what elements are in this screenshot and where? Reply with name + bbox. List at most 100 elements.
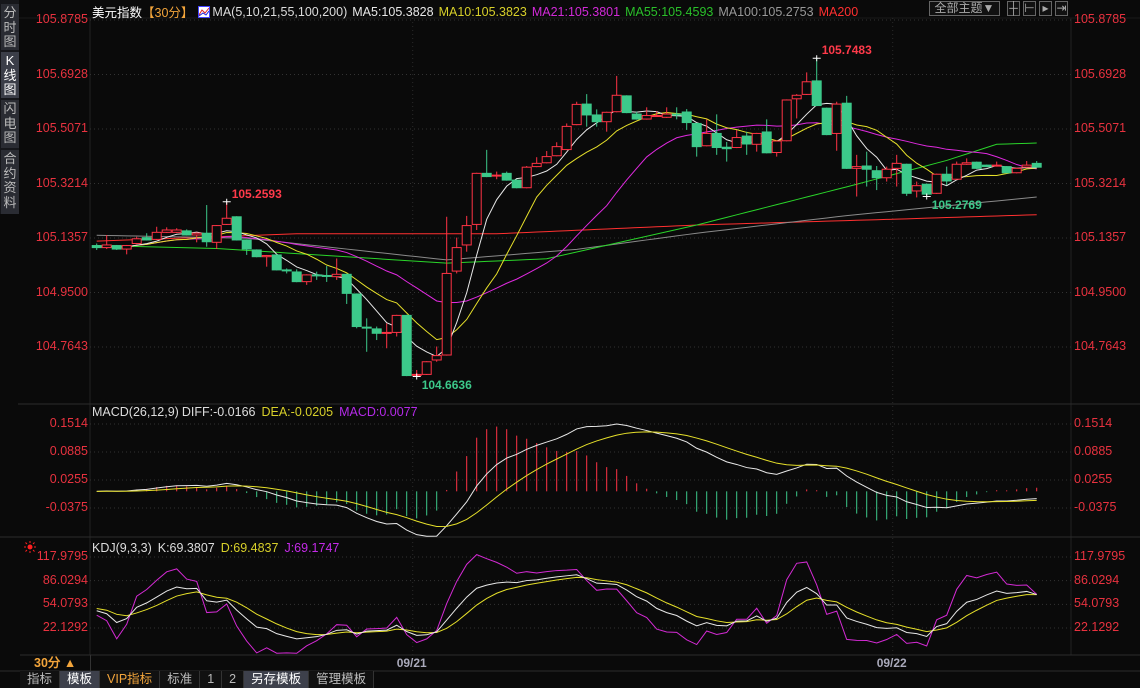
kdj-tick-left: 22.1292 — [42, 620, 88, 634]
candle-down — [691, 122, 702, 148]
candle-down — [311, 274, 322, 277]
tab-indicators[interactable]: 指标 — [20, 671, 61, 688]
candle-up — [771, 140, 782, 154]
macd-tick-left: 0.1514 — [49, 416, 88, 430]
candle-up — [641, 115, 652, 120]
ma10-value: MA10:105.3823 — [438, 4, 527, 19]
view-sidebar: 分时图 K线图 闪电图 合约资料 — [0, 0, 19, 214]
low-price-label: 105.2769 — [931, 197, 982, 212]
macd-diff: DIFF:-0.0166 — [181, 405, 256, 419]
candle-down — [621, 95, 632, 114]
candle-down — [501, 172, 512, 181]
fit-range-icon[interactable]: ⊢ — [1023, 1, 1036, 16]
tab-standard[interactable]: 标准 — [160, 671, 201, 688]
candle-down — [901, 163, 912, 194]
candle-up — [791, 94, 802, 100]
price-tick-right: 104.9500 — [1074, 284, 1127, 299]
kdj-header: KDJ(9,3,3) K:69.3807 D:69.4837 J:69.1747 — [92, 541, 339, 555]
sidebar-tab-kline[interactable]: K线图 — [1, 52, 19, 98]
price-tick-right: 105.3214 — [1074, 175, 1127, 190]
kdj-title[interactable]: KDJ(9,3,3) — [92, 541, 152, 555]
tab-vip-indicators[interactable]: VIP指标 — [100, 671, 161, 688]
tab-templates[interactable]: 模板 — [60, 671, 101, 688]
candle-up — [381, 331, 392, 334]
ma100-value: MA100:105.2753 — [718, 4, 814, 19]
candle-down — [281, 269, 292, 272]
macd-tick-right: 0.0885 — [1074, 443, 1113, 458]
price-tick-left: 105.6928 — [35, 66, 88, 81]
candle-down — [181, 230, 192, 236]
candle-down — [481, 172, 492, 178]
extreme-marker — [222, 198, 231, 205]
candle-down — [821, 107, 832, 136]
kdj-tick-left: 54.0793 — [42, 596, 88, 611]
tab-manage-templates[interactable]: 管理模板 — [309, 671, 375, 688]
candle-down — [861, 165, 872, 170]
candle-up — [551, 146, 562, 157]
tab-1[interactable]: 1 — [200, 671, 223, 688]
candle-up — [701, 132, 712, 147]
candle-down — [271, 254, 282, 271]
macd-tick-left: 0.0885 — [49, 443, 88, 458]
candle-down — [361, 326, 372, 329]
candle-down — [1001, 166, 1012, 174]
candle-up — [391, 314, 402, 333]
tab-save-template[interactable]: 另存模板 — [244, 671, 310, 688]
extreme-marker — [812, 55, 821, 62]
macd-tick-right: 0.1514 — [1074, 416, 1113, 430]
indicator-settings-icon[interactable] — [24, 540, 36, 553]
candle-up — [431, 355, 442, 361]
play-forward-icon[interactable]: ▸ — [1039, 1, 1052, 16]
candle-up — [121, 245, 132, 250]
macd-tick-left: -0.0375 — [45, 500, 88, 514]
candle-up — [301, 274, 312, 283]
ma-settings-icon[interactable] — [198, 5, 211, 18]
candle-up — [751, 132, 762, 145]
candle-up — [541, 156, 552, 164]
ma-title[interactable]: MA(5,10,21,55,100,200) — [212, 5, 347, 19]
candle-down — [721, 146, 732, 150]
candle-down — [741, 135, 752, 145]
candle-up — [881, 168, 892, 179]
candle-down — [341, 273, 352, 294]
candle-up — [101, 244, 112, 249]
kdj-tick-left: 86.0294 — [42, 572, 88, 587]
tab-2[interactable]: 2 — [222, 671, 245, 688]
macd-tick-left: 0.0255 — [49, 471, 88, 486]
crosshair-icon[interactable]: ┼ — [1007, 1, 1020, 16]
period-selector[interactable]: 30分 ▲ — [20, 655, 91, 671]
candle-up — [911, 185, 922, 192]
candle-up — [221, 217, 232, 225]
kdj-d: D:69.4837 — [220, 541, 279, 555]
sidebar-tab-contract-info[interactable]: 合约资料 — [1, 150, 19, 214]
candle-down — [371, 328, 382, 334]
macd-title[interactable]: MACD(26,12,9) — [92, 405, 179, 419]
kline-chart-window: 分时图 K线图 闪电图 合约资料 美元指数 【30分】 MA(5,10,21,55… — [0, 0, 1140, 688]
macd-value: MACD:0.0077 — [339, 405, 418, 419]
candle-down — [231, 216, 242, 241]
candle-up — [801, 81, 812, 95]
candle-up — [891, 162, 902, 169]
candle-down — [711, 132, 722, 149]
price-tick-left: 105.5071 — [35, 121, 88, 135]
ma55-value: MA55:105.4593 — [625, 4, 714, 19]
sidebar-tab-timeshare[interactable]: 分时图 — [1, 4, 19, 50]
price-tick-right: 105.1357 — [1074, 230, 1127, 244]
candle-up — [651, 115, 662, 118]
candle-down — [321, 274, 332, 277]
jump-end-icon[interactable]: ⇥ — [1055, 1, 1068, 16]
candle-up — [561, 125, 572, 151]
price-tick-right: 105.6928 — [1074, 66, 1127, 81]
ma21-value: MA21:105.3801 — [531, 4, 621, 19]
candle-up — [951, 163, 962, 180]
template-tabbar: 指标 模板 VIP指标 标准 1 2 另存模板 管理模板 — [20, 671, 375, 688]
candle-up — [161, 229, 172, 233]
candle-down — [871, 170, 882, 179]
macd-tick-right: 0.0255 — [1074, 471, 1113, 486]
price-tick-left: 105.1357 — [35, 230, 88, 244]
candle-down — [111, 245, 122, 250]
sidebar-tab-flash[interactable]: 闪电图 — [1, 100, 19, 148]
candle-down — [671, 113, 682, 116]
theme-dropdown[interactable]: 全部主题▼ — [929, 1, 1000, 16]
chart-canvas[interactable] — [0, 0, 1140, 688]
